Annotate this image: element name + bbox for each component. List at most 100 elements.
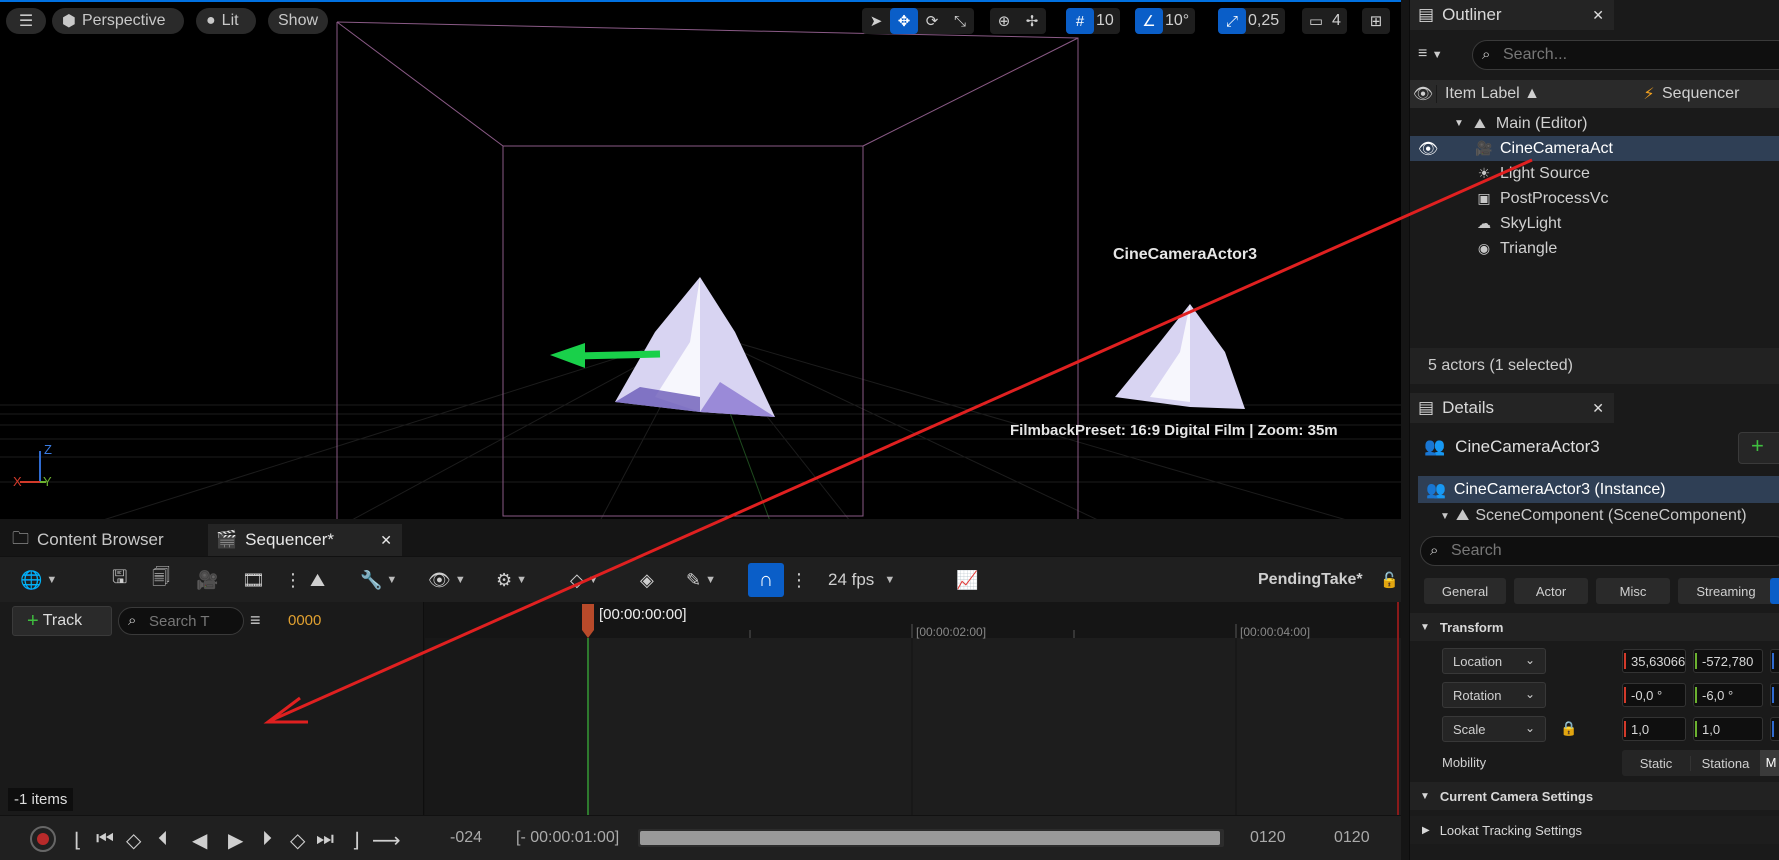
play-reverse-icon[interactable]: ◀ xyxy=(192,828,207,853)
translate-icon[interactable]: ✥ xyxy=(890,8,918,34)
view-start-field[interactable]: [- 00:00:01:00] xyxy=(516,829,619,847)
location-dropdown[interactable]: Location ⌄ xyxy=(1442,648,1546,674)
bake-icon[interactable]: ⛰ xyxy=(310,569,325,591)
prev-key-icon[interactable]: ◇ xyxy=(126,828,141,853)
next-key-icon[interactable]: ◇ xyxy=(290,828,305,853)
close-icon[interactable]: ✕ xyxy=(380,532,392,549)
record-button[interactable] xyxy=(30,826,56,852)
current-frame-field[interactable]: 0000 xyxy=(288,612,321,629)
start-frame-field[interactable]: -024 xyxy=(450,829,482,847)
mobility-movable-option[interactable]: M xyxy=(1760,750,1779,776)
surface-snap-icon[interactable]: ✢ xyxy=(1018,8,1046,34)
angle-snap-icon[interactable]: ∠ xyxy=(1135,8,1163,34)
tab-sequencer[interactable]: 🎬 Sequencer* ✕ xyxy=(208,524,402,556)
grid-snap-value[interactable]: 10 xyxy=(1094,12,1120,30)
scale-snap-icon[interactable]: ⤢ xyxy=(1218,8,1246,34)
key-interp-icon[interactable]: ◇ ▼ xyxy=(570,569,599,591)
add-component-button[interactable]: + xyxy=(1738,432,1779,464)
camera-settings-header[interactable]: ▼ Current Camera Settings xyxy=(1410,782,1779,810)
category-more[interactable] xyxy=(1770,578,1779,604)
camera-speed-control[interactable]: ▭ 4 xyxy=(1302,8,1347,34)
select-mode-icon[interactable]: ➤ xyxy=(862,8,890,34)
component-instance-row[interactable]: 👥 CineCameraActor3 (Instance) xyxy=(1418,476,1779,503)
close-icon[interactable]: ✕ xyxy=(1592,400,1604,417)
scale-x-field[interactable]: 1,0 xyxy=(1622,717,1686,741)
tree-item-skylight[interactable]: ☁ SkyLight xyxy=(1410,211,1779,236)
rotation-snap-value[interactable]: 10° xyxy=(1163,12,1195,30)
pending-take-label[interactable]: PendingTake* xyxy=(1258,569,1363,591)
lookat-settings-header[interactable]: ▶ Lookat Tracking Settings xyxy=(1410,816,1779,844)
end-frame-field[interactable]: 0120 xyxy=(1250,829,1286,847)
perspective-button[interactable]: ⬢ Perspective xyxy=(52,8,184,34)
play-icon[interactable]: ▶ xyxy=(228,828,243,853)
scale-dropdown[interactable]: Scale ⌄ xyxy=(1442,716,1546,742)
settings-wrench-icon[interactable]: 🔧 ▼ xyxy=(360,569,397,591)
track-search-input[interactable]: ⌕ Search T xyxy=(118,607,244,635)
find-asset-icon[interactable]: 🗐 xyxy=(152,567,170,591)
rotation-snap-control[interactable]: ∠ 10° xyxy=(1135,8,1196,34)
edit-pen-icon[interactable]: ✎ ▼ xyxy=(686,569,716,591)
location-y-field[interactable]: -572,780 xyxy=(1693,649,1763,673)
category-general[interactable]: General xyxy=(1424,578,1506,604)
next-frame-icon[interactable]: ⏵ xyxy=(262,828,272,851)
view-end-field[interactable]: 0120 xyxy=(1334,829,1370,847)
lit-button[interactable]: ● Lit xyxy=(196,8,256,34)
auto-key-icon[interactable]: ◈ xyxy=(640,569,654,591)
camera-add-icon[interactable]: 🎥 xyxy=(196,569,218,591)
tree-item-triangle[interactable]: ◉ Triangle xyxy=(1410,236,1779,261)
camera-speed-value[interactable]: 4 xyxy=(1330,12,1347,30)
viewport-layout-control[interactable]: ⊞ xyxy=(1362,8,1390,34)
camera-speed-icon[interactable]: ▭ xyxy=(1302,8,1330,34)
outliner-search-input[interactable]: ⌕ Search... xyxy=(1472,40,1779,70)
jump-to-end-icon[interactable]: ⌋ xyxy=(352,828,360,853)
tab-content-browser[interactable]: 🗀 Content Browser xyxy=(4,524,204,556)
add-track-button[interactable]: + Track xyxy=(12,606,112,636)
sequencer-timeline[interactable]: [00:00:00:00] [00:00:02:00] [00:00:04:00… xyxy=(425,602,1401,815)
scene-component-row[interactable]: ▼ ⛰ SceneComponent (SceneComponent) xyxy=(1440,505,1779,527)
grid-snap-control[interactable]: # 10 xyxy=(1066,8,1120,34)
tree-item-cine-camera[interactable]: 👁 🎥 CineCameraAct xyxy=(1410,136,1779,161)
location-z-field[interactable] xyxy=(1770,649,1779,673)
rotation-x-field[interactable]: -0,0 ° xyxy=(1622,683,1686,707)
step-back-icon[interactable]: ⏮ xyxy=(96,828,114,851)
timeline-scrollbar[interactable] xyxy=(638,829,1224,847)
playback-options-icon[interactable]: ⚙ ▼ xyxy=(496,569,527,591)
loop-icon[interactable]: ⟶ xyxy=(372,828,401,853)
category-streaming[interactable]: Streaming xyxy=(1678,578,1774,604)
column-item-label[interactable]: Item Label ▲ xyxy=(1436,85,1636,103)
expand-arrow-icon[interactable]: ▼ xyxy=(1440,511,1450,522)
rotate-icon[interactable]: ⟳ xyxy=(918,8,946,34)
transform-section-header[interactable]: ▼ Transform xyxy=(1410,613,1779,641)
world-space-icon[interactable]: ⊕ xyxy=(990,8,1018,34)
visibility-column-icon[interactable]: 👁 xyxy=(1410,84,1436,104)
lock-icon[interactable]: 🔒 xyxy=(1560,720,1577,737)
filter-icon[interactable]: ≡ xyxy=(250,610,261,631)
mobility-stationary-option[interactable]: Stationa xyxy=(1690,755,1760,771)
rotation-dropdown[interactable]: Rotation ⌄ xyxy=(1442,682,1546,708)
viewport-menu-button[interactable]: ☰ xyxy=(6,8,46,34)
level-viewport[interactable]: ☰ ⬢ Perspective ● Lit Show ➤ ✥ ⟳ ⤡ ⊕ ✢ #… xyxy=(0,0,1401,519)
tree-item-light-source[interactable]: ☀ Light Source xyxy=(1410,161,1779,186)
grid-snap-icon[interactable]: # xyxy=(1066,8,1094,34)
world-icon[interactable]: 🌐 ▼ xyxy=(20,569,57,591)
tree-item-main-editor[interactable]: ▼ ⛰ Main (Editor) xyxy=(1410,111,1779,136)
mobility-static-option[interactable]: Static xyxy=(1622,756,1690,771)
layout-grid-icon[interactable]: ⊞ xyxy=(1362,8,1390,34)
jump-to-start-icon[interactable]: ⌊ xyxy=(74,828,82,853)
close-icon[interactable]: ✕ xyxy=(1592,7,1604,24)
details-tab[interactable]: ▤ Details ✕ xyxy=(1410,393,1614,423)
outliner-tab[interactable]: ▤ Outliner ✕ xyxy=(1410,0,1614,30)
snap-options-icon[interactable]: ⋮ xyxy=(790,569,808,591)
scale-y-field[interactable]: 1,0 xyxy=(1693,717,1763,741)
tree-item-postprocess[interactable]: ▣ PostProcessVc xyxy=(1410,186,1779,211)
category-misc[interactable]: Misc xyxy=(1596,578,1670,604)
filter-button[interactable]: ≡ ▼ xyxy=(1418,45,1464,67)
eye-icon[interactable]: 👁 xyxy=(1418,139,1458,159)
rotation-z-field[interactable] xyxy=(1770,683,1779,707)
render-movie-icon[interactable]: 🎞 xyxy=(242,569,265,591)
scale-icon[interactable]: ⤡ xyxy=(946,8,974,34)
step-forward-icon[interactable]: ⏭ xyxy=(316,828,334,851)
details-search-input[interactable]: ⌕ Search xyxy=(1420,536,1779,566)
show-button[interactable]: Show xyxy=(268,8,328,34)
save-icon[interactable]: 🖫 xyxy=(112,567,127,591)
